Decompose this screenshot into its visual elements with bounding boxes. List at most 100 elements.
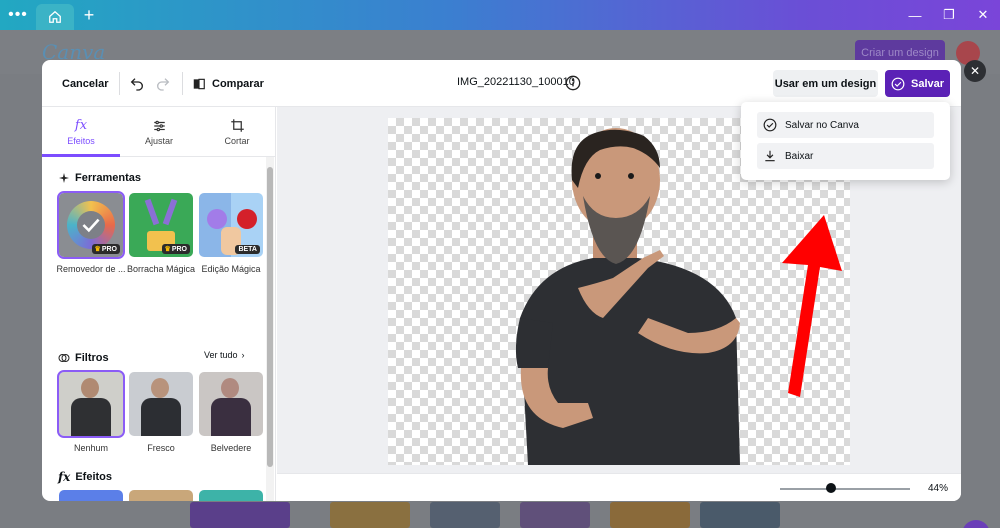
person-head [221,378,239,398]
person-head [81,378,99,398]
compare-label: Comparar [212,77,264,90]
person-body [211,398,251,436]
active-tab-indicator [42,154,120,157]
beta-badge: BETA [235,245,260,254]
close-modal-button[interactable]: ✕ [964,60,986,82]
tools-title: Ferramentas [75,172,142,184]
check-icon [82,218,100,233]
download-icon [765,150,775,162]
menu-dots-button[interactable]: ••• [0,0,36,30]
download-label: Baixar [785,150,814,162]
fx-icon: fx [74,118,88,133]
tab-effects-label: Efeitos [67,136,95,146]
sliders-icon [153,120,165,131]
tool-art [207,209,227,229]
bg-thumbnail [700,502,780,528]
red-arrow-annotation [782,215,842,397]
cancel-button[interactable]: Cancelar [54,71,116,96]
tool-magic-edit[interactable]: BETA [199,193,263,257]
tool-background-remover[interactable]: ♛ PRO [57,191,125,259]
download-item[interactable]: Baixar [757,143,934,169]
zoom-value: 44% [928,483,949,494]
bg-thumbnail [520,502,590,528]
effects-title: Efeitos [75,471,113,483]
close-icon: ✕ [969,64,981,78]
undo-button[interactable] [126,73,148,95]
editor-toolbar: Cancelar Comparar IMG_20221130_100010 Us… [42,60,961,107]
minimize-button[interactable]: — [898,0,932,30]
filter-none[interactable] [57,370,125,438]
tab-adjust[interactable]: Ajustar [120,107,198,157]
use-in-design-button[interactable]: Usar em um design [773,70,878,97]
tab-adjust-label: Ajustar [144,135,173,146]
tool-art [162,198,178,226]
badge-text: PRO [171,245,187,253]
check-circle-icon [891,77,905,90]
save-to-canva-label: Salvar no Canva [785,119,859,131]
see-all-label: Ver tudo [204,350,238,360]
divider [119,72,120,95]
tool-label: Removedor de ... [56,264,126,274]
zoom-bar: 44% [277,473,961,501]
effect-tile[interactable] [129,490,193,501]
tool-label: Edição Mágica [201,264,261,274]
filters-heading: Filtros [58,352,109,364]
zoom-slider-handle[interactable] [826,483,836,493]
window-titlebar: ••• + — ❐ ✕ [0,0,1000,30]
badge-text: PRO [101,245,117,253]
close-window-button[interactable]: ✕ [966,0,1000,30]
tool-art [144,198,160,226]
tool-magic-eraser[interactable]: ♛ PRO [129,193,193,257]
effect-tile[interactable] [59,490,123,501]
crown-icon: ♛ [94,246,101,253]
effects-heading: fx Efeitos [58,470,112,484]
filter-belvedere[interactable] [199,372,263,436]
chevron-right-icon: › [241,350,245,360]
see-all-filters-link[interactable]: Ver tudo › [204,350,245,360]
home-tab[interactable] [36,4,74,30]
editor-sidebar: fx Efeitos Ajustar Cortar Ferramentas ♛ P… [42,107,276,501]
tab-crop-label: Cortar [224,136,250,146]
new-tab-button[interactable]: + [74,0,104,30]
sparkle-icon [59,173,69,183]
tool-art [237,209,257,229]
save-button[interactable]: Salvar [885,70,950,97]
home-icon [49,10,61,23]
save-label: Salvar [910,77,945,90]
crop-icon [230,119,244,132]
redo-button[interactable] [152,73,174,95]
filters-icon [58,354,70,362]
bg-thumbnail [430,502,500,528]
filter-label: Fresco [147,443,175,453]
maximize-button[interactable]: ❐ [932,0,966,30]
help-fab [962,520,990,528]
sidebar-scrollbar[interactable] [266,157,274,501]
check-circle-icon [763,118,777,132]
filter-label: Nenhum [73,443,109,453]
bg-thumbnail [330,502,410,528]
bg-thumbnail [190,502,290,528]
file-name: IMG_20221130_100010 [457,76,575,88]
person-body [71,398,111,436]
undo-icon [130,78,143,91]
person-body [141,398,181,436]
tool-label: Borracha Mágica [126,264,196,274]
tab-effects[interactable]: fx Efeitos [42,107,120,157]
divider [182,72,183,95]
effect-tile[interactable] [199,490,263,501]
zoom-slider-track[interactable] [780,488,910,490]
save-to-canva-item[interactable]: Salvar no Canva [757,112,934,138]
sidebar-tabs: fx Efeitos Ajustar Cortar [42,107,276,157]
save-dropdown-menu: Salvar no Canva Baixar [741,102,950,180]
pro-badge: ♛ PRO [161,244,190,254]
scrollbar-thumb[interactable] [267,167,273,467]
info-button[interactable] [565,75,581,94]
compare-button[interactable]: Comparar [192,71,264,96]
fx-icon: fx [58,470,71,484]
filter-fresco[interactable] [129,372,193,436]
person-head [151,378,169,398]
tab-crop[interactable]: Cortar [198,107,276,157]
compare-icon [193,78,205,89]
crown-icon: ♛ [164,246,171,253]
filter-label: Belvedere [210,443,252,453]
